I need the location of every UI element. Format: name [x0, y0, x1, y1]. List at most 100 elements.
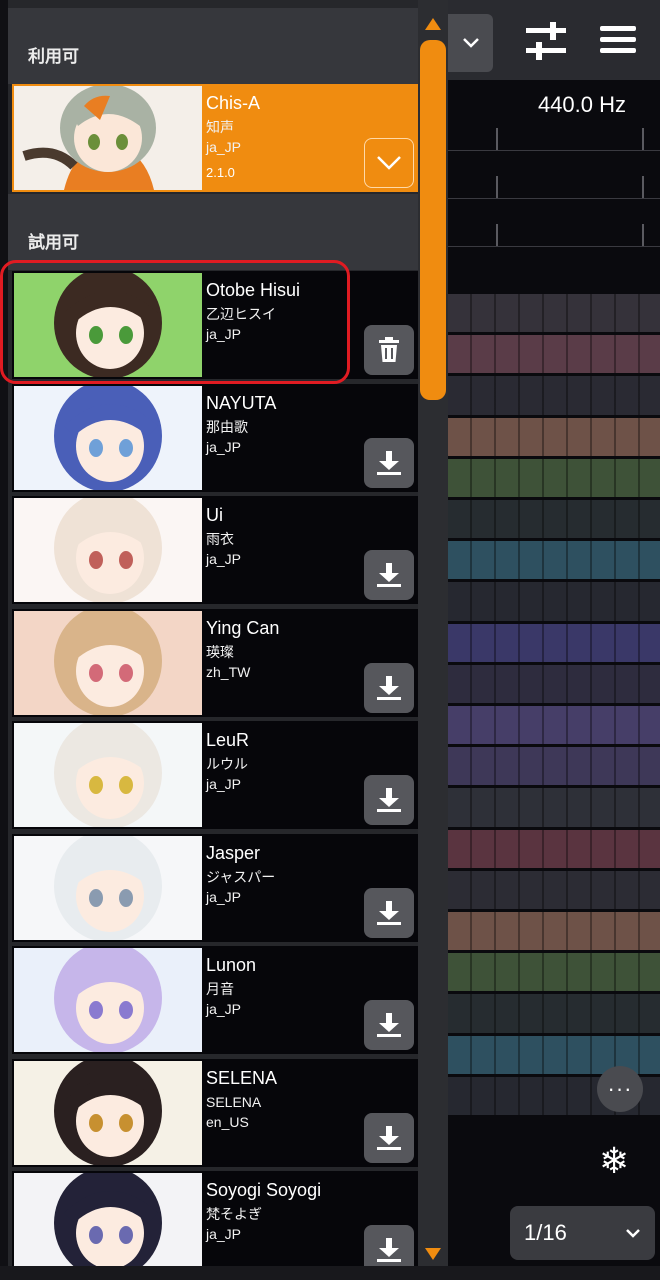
voice-card[interactable]: LeuR ルウル ja_JP	[12, 721, 418, 829]
grid-row[interactable]	[448, 458, 660, 497]
snap-value: 1/16	[524, 1220, 567, 1245]
voice-card[interactable]: NAYUTA 那由歌 ja_JP	[12, 383, 418, 492]
grid-row[interactable]	[448, 623, 660, 662]
grid-row[interactable]	[448, 788, 660, 827]
expand-button[interactable]	[364, 138, 414, 188]
voice-local-name: 那由歌	[206, 418, 248, 435]
freeze-icon[interactable]: ❄	[599, 1140, 629, 1182]
track-dropdown-button[interactable]	[448, 14, 493, 72]
voice-name: LeuR	[206, 730, 250, 750]
voice-name: Ui	[206, 505, 223, 525]
voice-portrait	[14, 723, 202, 827]
trash-icon	[379, 337, 399, 362]
download-icon	[377, 900, 401, 925]
grid-row[interactable]	[448, 870, 660, 909]
voice-card[interactable]: Ui 雨衣 ja_JP	[12, 496, 418, 604]
section-header-trial: 試用可	[8, 194, 418, 270]
voice-portrait	[14, 835, 202, 940]
voice-name: Lunon	[206, 955, 257, 975]
ruler-ticks	[448, 128, 660, 247]
grid-row[interactable]	[448, 582, 660, 621]
voice-card-selected[interactable]: Chis-A 知声 ja_JP 2.1.0	[12, 84, 418, 192]
grid-row[interactable]	[448, 706, 660, 745]
scrollbar-thumb[interactable]	[420, 40, 446, 400]
voice-local-name: SELENA	[206, 1093, 262, 1110]
grid-row[interactable]	[448, 953, 660, 992]
voice-portrait	[14, 948, 202, 1052]
scroll-down-icon[interactable]	[423, 1244, 443, 1264]
grid-row[interactable]	[448, 912, 660, 951]
voice-name: SELENA	[206, 1067, 278, 1088]
voice-card[interactable]: Ying Can 瑛璨 zh_TW	[12, 608, 418, 717]
grid-row[interactable]	[448, 294, 660, 333]
download-button[interactable]	[364, 887, 414, 938]
mixer-icon[interactable]	[524, 20, 568, 62]
voice-language: ja_JP	[206, 1226, 242, 1242]
voice-portrait	[14, 385, 202, 490]
grid-row[interactable]	[448, 541, 660, 580]
download-icon	[377, 788, 401, 812]
more-icon: ···	[607, 1076, 633, 1101]
voice-language: ja_JP	[206, 551, 242, 567]
delete-button[interactable]	[364, 325, 414, 375]
grid-row[interactable]	[448, 829, 660, 868]
download-button[interactable]	[364, 1000, 414, 1050]
bottom-strip	[0, 1266, 660, 1280]
grid-row[interactable]	[448, 664, 660, 703]
voice-local-name: 月音	[206, 981, 234, 997]
voice-version: 2.1.0	[206, 165, 235, 180]
chevron-down-icon	[626, 1229, 640, 1238]
voice-portrait	[14, 1060, 202, 1165]
download-button[interactable]	[364, 437, 414, 488]
voice-name: Ying Can	[206, 617, 280, 638]
download-icon	[377, 450, 401, 475]
snap-select[interactable]: 1/16	[510, 1206, 655, 1260]
voice-local-name: ルウル	[206, 756, 248, 772]
voice-language: ja_JP	[206, 438, 242, 455]
section-header-available: 利用可	[8, 8, 418, 84]
download-icon	[377, 675, 401, 700]
download-icon	[377, 1238, 401, 1262]
voice-local-name: 知声	[206, 119, 234, 135]
voice-list-panel: 利用可 Chis-A 知声 ja_JP 2.1.0 試用可 Otobe Hisu…	[0, 0, 448, 1280]
grid-row[interactable]	[448, 500, 660, 539]
voice-language: en_US	[206, 1113, 249, 1130]
voice-name: NAYUTA	[206, 392, 277, 413]
more-options-button[interactable]: ···	[597, 1066, 643, 1112]
voice-language: ja_JP	[206, 888, 242, 905]
voice-card[interactable]: Lunon 月音 ja_JP	[12, 946, 418, 1054]
voice-portrait	[14, 498, 202, 602]
download-button[interactable]	[364, 775, 414, 825]
voice-name: Soyogi Soyogi	[206, 1180, 322, 1200]
download-button[interactable]	[364, 1112, 414, 1163]
voice-portrait	[14, 86, 202, 190]
panel-edge	[0, 0, 8, 1280]
download-button[interactable]	[364, 550, 414, 600]
voice-card[interactable]: Soyogi Soyogi 梵そよぎ ja_JP	[12, 1171, 418, 1279]
timeline-ruler[interactable]: 440.0 Hz	[448, 80, 660, 294]
voice-local-name: 瑛璨	[206, 643, 234, 660]
voice-name: Chis-A	[206, 93, 261, 113]
voice-portrait	[14, 610, 202, 715]
grid-row[interactable]	[448, 376, 660, 415]
voice-name: Jasper	[206, 842, 261, 863]
grid-row[interactable]	[448, 747, 660, 786]
menu-icon[interactable]	[598, 22, 638, 58]
voice-card[interactable]: Jasper ジャスパー ja_JP	[12, 833, 418, 942]
download-button[interactable]	[364, 662, 414, 713]
scroll-up-icon[interactable]	[423, 14, 443, 34]
grid-row[interactable]	[448, 994, 660, 1033]
voice-local-name: ジャスパー	[206, 868, 276, 885]
highlight-outline	[0, 260, 350, 384]
voice-language: ja_JP	[206, 139, 242, 155]
voice-language: ja_JP	[206, 1001, 242, 1017]
grid-row[interactable]	[448, 335, 660, 374]
voice-local-name: 雨衣	[206, 531, 234, 547]
download-icon	[377, 563, 401, 587]
grid-row[interactable]	[448, 417, 660, 456]
voice-card[interactable]: SELENA SELENA en_US	[12, 1058, 418, 1167]
download-icon	[377, 1125, 401, 1150]
voice-language: zh_TW	[206, 663, 251, 680]
voice-portrait	[14, 1173, 202, 1277]
section-title: 利用可	[28, 47, 79, 66]
